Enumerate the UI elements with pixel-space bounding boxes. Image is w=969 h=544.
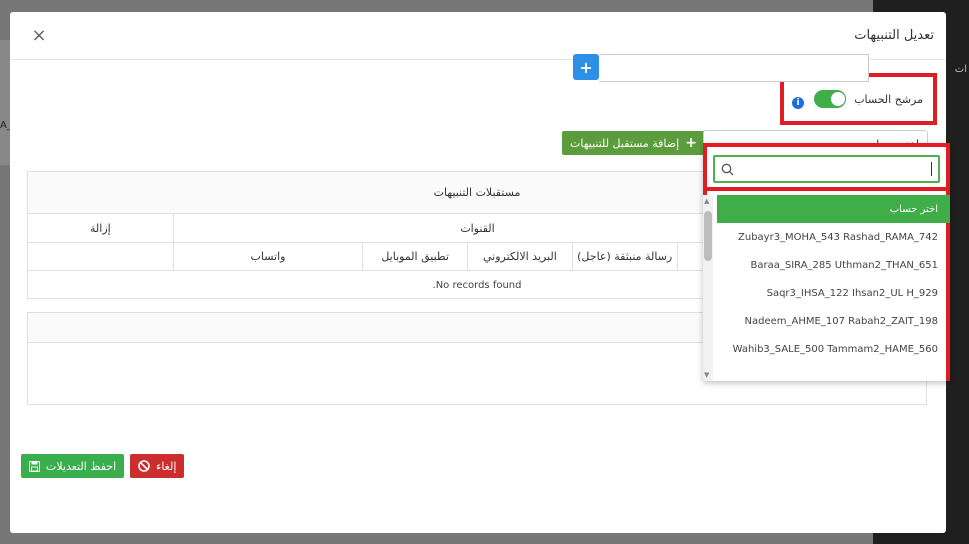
modal-footer: احفظ التعديلات إلغاء: [21, 454, 185, 478]
save-button[interactable]: احفظ التعديلات: [21, 454, 125, 478]
modal-header: تعديل التنبيهات ×: [10, 12, 946, 60]
scroll-down-icon[interactable]: ▼: [704, 371, 709, 379]
toggle-knob: [830, 91, 847, 107]
add-receiver-label: إضافة مستقبل للتنبيهات: [570, 136, 680, 150]
dropdown-search-input[interactable]: [713, 155, 940, 183]
channel-header-popup: رسالة منبثقة (عاجل): [571, 243, 677, 270]
cancel-button[interactable]: إلغاء: [130, 454, 185, 478]
channel-header-whatsapp: واتساب: [172, 243, 363, 270]
dropdown-search-highlight: [703, 147, 950, 191]
account-filter-toggle[interactable]: [814, 90, 847, 108]
background-right-text: ات: [954, 64, 967, 75]
scroll-thumb[interactable]: [704, 211, 712, 261]
dropdown-option[interactable]: Baraa_SIRA_285 Uthman2_THAN_651: [717, 251, 950, 279]
dropdown-option-selected[interactable]: اختر حساب: [717, 195, 950, 223]
scroll-up-icon[interactable]: ▲: [704, 197, 709, 205]
channel-header-email: البريد الالكتروني: [467, 243, 572, 270]
account-dropdown: ▲ ▼ اختر حساب Zubayr3_MOHA_543 Rashad_RA…: [703, 143, 950, 381]
search-icon: [721, 163, 734, 175]
add-row-field[interactable]: [599, 54, 869, 82]
dropdown-option[interactable]: Zubayr3_MOHA_543 Rashad_RAMA_742: [717, 223, 950, 251]
dropdown-options: اختر حساب Zubayr3_MOHA_543 Rashad_RAMA_7…: [717, 195, 950, 381]
channel-header-mobile: تطبيق الموبايل: [362, 243, 467, 270]
dropdown-option[interactable]: Saqr3_IHSA_122 Ihsan2_UL H_929: [717, 279, 950, 307]
background-left-strip: [0, 40, 10, 165]
modal-title: تعديل التنبيهات: [854, 28, 934, 43]
close-icon[interactable]: ×: [28, 25, 50, 47]
save-label: احفظ التعديلات: [46, 459, 117, 473]
remove-header: إزالة: [90, 221, 111, 235]
save-icon: [29, 460, 40, 472]
channels-group-header: القنوات: [172, 214, 782, 242]
account-filter-label: مرشح الحساب: [854, 92, 923, 106]
dropdown-scrollbar[interactable]: ▲ ▼: [703, 195, 713, 381]
plus-icon: +: [685, 135, 697, 151]
cancel-label: إلغاء: [156, 459, 177, 473]
add-receiver-button[interactable]: + إضافة مستقبل للتنبيهات: [562, 131, 705, 155]
ban-icon: [138, 460, 150, 472]
remove-subheader: [28, 243, 173, 270]
info-icon[interactable]: i: [792, 97, 804, 109]
dropdown-option[interactable]: Nadeem_AHME_107 Rabah2_ZAIT_198: [717, 307, 950, 335]
text-caret: [931, 162, 932, 176]
dropdown-option[interactable]: Wahib3_SALE_500 Tammam2_HAME_560: [717, 335, 950, 363]
add-row-button[interactable]: +: [573, 54, 599, 80]
